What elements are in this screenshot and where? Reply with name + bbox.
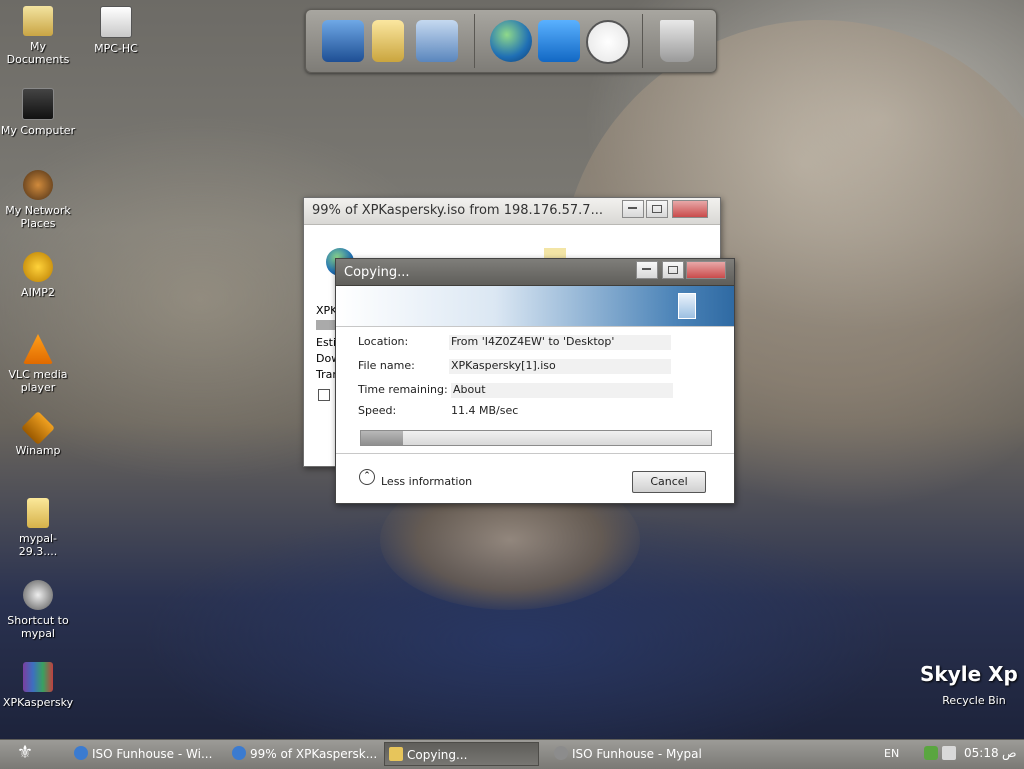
- computer-icon[interactable]: [322, 20, 364, 62]
- time-remaining-value: About: [451, 383, 673, 398]
- taskbar-item-label: ISO Funhouse - Wi...: [92, 747, 213, 761]
- desktop-icon-label: MPC-HC: [94, 42, 138, 55]
- desktop-icon-mpc-hc[interactable]: MPC-HC: [78, 6, 154, 55]
- copy-progress-bar: [360, 430, 712, 446]
- desktop-icon-label: My Documents: [6, 40, 70, 66]
- desktop-icon-mypal-shortcut[interactable]: Shortcut to mypal: [0, 580, 76, 640]
- folder-icon: [27, 498, 49, 528]
- vlc-icon: [23, 334, 53, 364]
- speed-label: Speed:: [358, 404, 397, 417]
- minimize-button[interactable]: [636, 261, 658, 279]
- close-button[interactable]: [686, 261, 726, 279]
- desktop-icon-vlc[interactable]: VLC media player: [0, 334, 76, 394]
- desktop-icon-xpkaspersky[interactable]: XPKaspersky: [0, 662, 76, 709]
- desktop-icon-label: XPKaspersky: [2, 696, 74, 709]
- dialog-divider: [336, 453, 734, 454]
- desktop-icon-label: Shortcut to mypal: [7, 614, 69, 640]
- taskbar-item-mypal[interactable]: ISO Funhouse - Mypal: [550, 742, 710, 766]
- taskbar-item-copying[interactable]: Copying...: [384, 742, 539, 766]
- desktop-icon-label: mypal-29.3....: [18, 532, 58, 558]
- maximize-button[interactable]: [662, 261, 684, 279]
- aimp-icon: [23, 252, 53, 282]
- trash-icon[interactable]: [660, 20, 694, 62]
- mpc-hc-icon: [100, 6, 132, 38]
- desktop-icon-label: VLC media player: [8, 368, 68, 394]
- desktop-icon-network[interactable]: My Network Places: [0, 170, 76, 230]
- window-title: 99% of XPKaspersky.iso from 198.176.57.7…: [312, 203, 603, 218]
- taskbar-item-label: Copying...: [407, 748, 468, 762]
- window-title: Copying...: [344, 265, 410, 280]
- clock-ampm: ص: [1002, 746, 1017, 760]
- ie-icon: [74, 746, 88, 760]
- taskbar-item-label: ISO Funhouse - Mypal: [572, 747, 702, 761]
- filename-value: XPKaspersky[1].iso: [449, 359, 671, 374]
- filename-label: File name:: [358, 359, 415, 372]
- speed-value: 11.4 MB/sec: [451, 404, 519, 417]
- close-button[interactable]: [672, 200, 708, 218]
- minimize-button[interactable]: [622, 200, 644, 218]
- clock-time[interactable]: 05:18: [964, 746, 999, 760]
- winamp-icon: [21, 411, 55, 445]
- language-indicator[interactable]: EN: [884, 747, 899, 760]
- desktop-icon-recycle-bin[interactable]: Recycle Bin: [936, 694, 1012, 707]
- copy-progress-fill: [361, 431, 403, 445]
- taskbar-item-label: 99% of XPKaspersk...: [250, 747, 378, 761]
- mypal-icon: [23, 580, 53, 610]
- copy-dialog-titlebar[interactable]: Copying...: [336, 259, 734, 286]
- taskbar: ⚜ ISO Funhouse - Wi... 99% of XPKaspersk…: [0, 739, 1024, 769]
- desktop-icon-label: My Computer: [0, 124, 76, 137]
- copy-dialog[interactable]: Copying... Location: From 'I4Z0Z4EW' to …: [335, 258, 735, 504]
- desktop-icon-winamp[interactable]: Winamp: [0, 411, 76, 457]
- desktop-icon-my-documents[interactable]: My Documents: [0, 6, 76, 66]
- document-icon: [678, 293, 696, 319]
- mypal-icon: [554, 746, 568, 760]
- desktop-icon-aimp2[interactable]: AIMP2: [0, 252, 76, 299]
- time-remaining-label: Time remaining:: [358, 383, 448, 396]
- location-value: From 'I4Z0Z4EW' to 'Desktop': [449, 335, 671, 350]
- calendar-tray-icon[interactable]: [942, 746, 956, 760]
- start-button[interactable]: ⚜: [10, 742, 40, 766]
- taskbar-item-iso-funhouse[interactable]: ISO Funhouse - Wi...: [70, 742, 222, 766]
- desktop-icon-label: AIMP2: [21, 286, 55, 299]
- close-on-complete-checkbox[interactable]: [318, 389, 330, 401]
- folder-icon: [389, 747, 403, 761]
- estimated-time-label: Esti: [316, 336, 337, 349]
- ie-icon: [232, 746, 246, 760]
- archive-icon: [23, 662, 53, 692]
- desktop-icon-mypal-folder[interactable]: mypal-29.3....: [0, 498, 76, 558]
- chevron-up-icon[interactable]: ⌃: [359, 469, 375, 485]
- dock-separator: [474, 14, 475, 68]
- clock-icon[interactable]: [586, 20, 630, 64]
- download-titlebar[interactable]: 99% of XPKaspersky.iso from 198.176.57.7…: [304, 198, 720, 225]
- taskbar-item-download[interactable]: 99% of XPKaspersk...: [228, 742, 378, 766]
- desktop-icon-label: My Network Places: [5, 204, 71, 230]
- dock-separator: [642, 14, 643, 68]
- maximize-button[interactable]: [646, 200, 668, 218]
- less-information-link[interactable]: Less information: [381, 475, 472, 488]
- media-player-icon[interactable]: [538, 20, 580, 62]
- desktop-icon-label: Winamp: [15, 444, 61, 457]
- dock-bar: [305, 9, 717, 73]
- desktop-icon-my-computer[interactable]: My Computer: [0, 88, 76, 137]
- documents-icon[interactable]: [372, 20, 404, 62]
- computer-icon: [22, 88, 54, 120]
- desktop-icon-label: Recycle Bin: [942, 694, 1006, 707]
- control-panel-icon[interactable]: [416, 20, 458, 62]
- network-icon: [23, 170, 53, 200]
- cancel-button[interactable]: Cancel: [632, 471, 706, 493]
- folder-documents-icon: [23, 6, 53, 36]
- globe-icon[interactable]: [490, 20, 532, 62]
- location-label: Location:: [358, 335, 409, 348]
- network-tray-icon[interactable]: [924, 746, 938, 760]
- watermark-logo: Skyle Xp: [920, 662, 1018, 686]
- copy-banner: [336, 286, 734, 327]
